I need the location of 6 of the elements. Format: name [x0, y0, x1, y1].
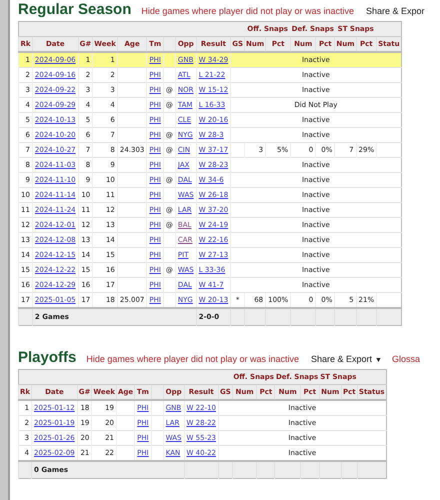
- section-title: Regular Season: [18, 1, 132, 18]
- glossary-link[interactable]: Glossa: [392, 354, 420, 364]
- share-export-menu[interactable]: Share & Expor: [366, 6, 425, 16]
- section-title: Playoffs: [18, 349, 76, 366]
- hide-games-link[interactable]: Hide games where player did not play or was inactive: [86, 354, 299, 364]
- hide-games-link[interactable]: Hide games where player did not play or was inactive: [141, 6, 354, 16]
